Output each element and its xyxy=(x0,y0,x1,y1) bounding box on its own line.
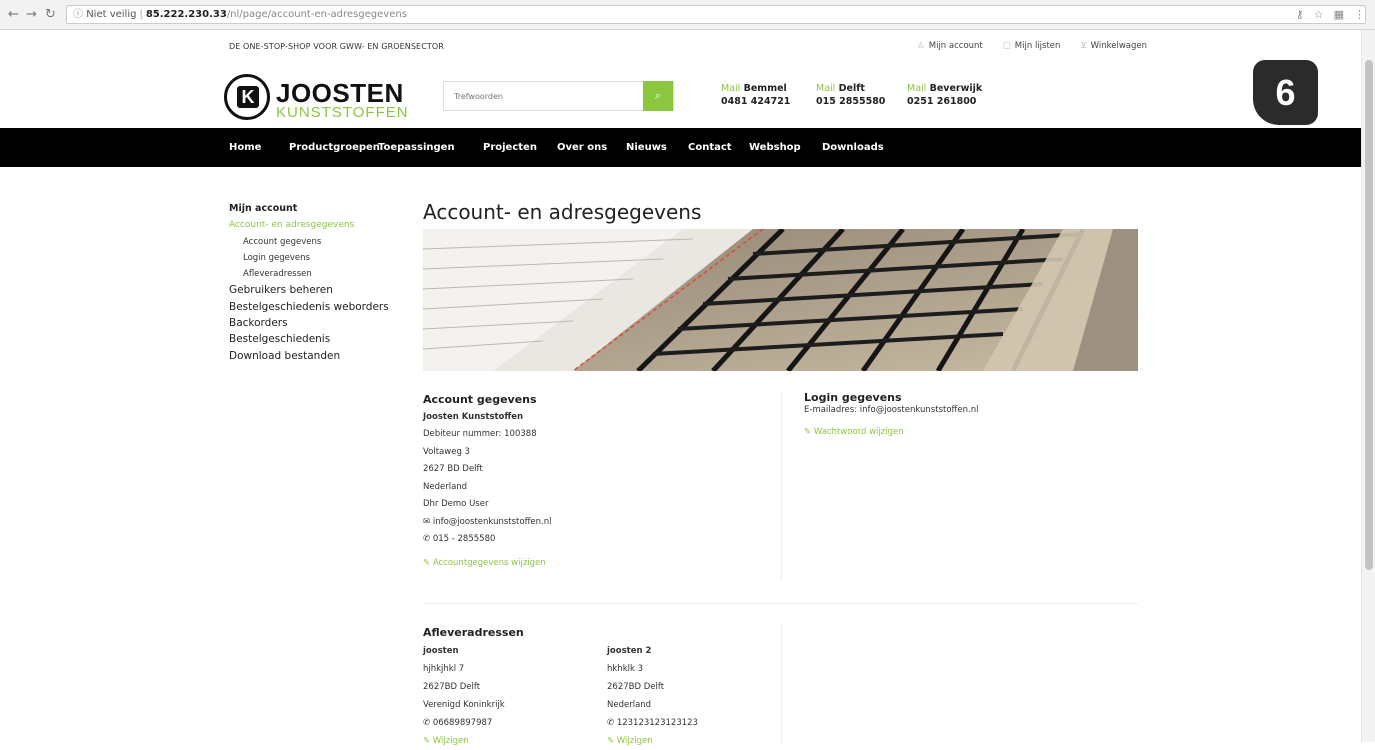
edit-address-link[interactable]: ✎ Wijzigen xyxy=(607,732,698,750)
page-title: Account- en adresgegevens xyxy=(423,200,702,224)
nav-projecten[interactable]: Projecten xyxy=(483,142,537,153)
edit-account-link[interactable]: ✎ Accountgegevens wijzigen xyxy=(423,555,552,573)
star-icon[interactable]: ☆ xyxy=(1314,8,1324,21)
account-contact: Dhr Demo User xyxy=(423,499,489,509)
reload-icon[interactable]: ↻ xyxy=(45,7,56,22)
search-input[interactable] xyxy=(444,82,644,110)
nav-toepassingen[interactable]: Toepassingen xyxy=(378,142,455,153)
edit-icon: ✎ xyxy=(607,736,615,746)
security-label: Niet veilig xyxy=(86,9,137,20)
nav-nieuws[interactable]: Nieuws xyxy=(626,142,667,153)
phone-icon: ✆ xyxy=(607,718,615,728)
phone-icon: ✆ xyxy=(423,534,431,544)
top-strip: DE ONE-STOP-SHOP VOOR GWW- EN GROENSECTO… xyxy=(0,30,1375,64)
address-card: joosten hjhkjhkl 7 2627BD Delft Verenigd… xyxy=(423,642,505,750)
address-street: hkhklk 3 xyxy=(607,664,644,674)
step-badge: 6 xyxy=(1253,60,1318,125)
nav-over-ons[interactable]: Over ons xyxy=(557,142,607,153)
account-sidebar: Mijn account Account- en adresgegevens A… xyxy=(229,201,389,364)
account-zip: 2627 BD Delft xyxy=(423,464,483,474)
cart-icon: ⊻ xyxy=(1080,41,1087,51)
logo[interactable]: K JOOSTEN KUNSTSTOFFEN xyxy=(224,74,408,121)
url-host: 85.222.230.33 xyxy=(145,9,227,20)
account-company: Joosten Kunststoffen xyxy=(423,411,524,422)
contact-beverwijk[interactable]: Mail Beverwijk 0251 261800 xyxy=(907,82,982,108)
cart-link[interactable]: ⊻ Winkelwagen xyxy=(1080,41,1147,51)
account-heading: Account gegevens xyxy=(423,393,537,406)
sidebar-item-downloads[interactable]: Download bestanden xyxy=(229,348,389,364)
envelope-icon: ✉ xyxy=(423,516,431,527)
change-password-link[interactable]: ✎ Wachtwoord wijzigen xyxy=(804,426,978,439)
menu-icon[interactable]: ⋮ xyxy=(1354,8,1365,21)
scrollbar-thumb[interactable] xyxy=(1365,60,1373,570)
nav-productgroepen[interactable]: Productgroepen xyxy=(289,142,380,153)
login-heading: Login gegevens xyxy=(804,391,902,404)
nav-webshop[interactable]: Webshop xyxy=(749,142,801,153)
sidebar-sub-login[interactable]: Login gegevens xyxy=(229,250,389,266)
edit-address-link[interactable]: ✎ Wijzigen xyxy=(423,732,505,750)
forward-icon[interactable]: → xyxy=(26,7,37,22)
tagline: DE ONE-STOP-SHOP VOOR GWW- EN GROENSECTO… xyxy=(229,42,444,51)
back-icon[interactable]: ← xyxy=(8,7,19,22)
my-lists-link[interactable]: ▢ Mijn lijsten xyxy=(1003,41,1061,51)
nav-home[interactable]: Home xyxy=(229,142,261,153)
search-icon: ⌕ xyxy=(654,89,662,102)
user-icon: ♙ xyxy=(917,41,925,51)
login-email: E-mailadres: info@joostenkunststoffen.nl xyxy=(804,405,979,415)
sidebar-item-account-adres[interactable]: Account- en adresgegevens xyxy=(229,217,389,233)
extension-icon[interactable]: ▦ xyxy=(1334,8,1344,21)
contact-bemmel[interactable]: Mail Bemmel 0481 424721 xyxy=(721,82,790,108)
address-country: Nederland xyxy=(607,700,652,710)
site-header: K JOOSTEN KUNSTSTOFFEN ⌕ Mail Bemmel0481… xyxy=(0,64,1375,128)
page-scrollbar[interactable] xyxy=(1361,30,1375,742)
sidebar-sub-afleveradressen[interactable]: Afleveradressen xyxy=(229,266,389,282)
address-phone: ✆ 06689897987 xyxy=(423,718,493,728)
address-zip: 2627BD Delft xyxy=(423,682,481,692)
section-divider xyxy=(423,603,1138,604)
address-name: joosten xyxy=(423,646,459,656)
account-street: Voltaweg 3 xyxy=(423,446,470,457)
logo-line2: KUNSTSTOFFEN xyxy=(276,104,409,121)
address-bar[interactable]: ⓘ Niet veilig | 85.222.230.33/nl/page/acco… xyxy=(66,5,1366,24)
search-box: ⌕ xyxy=(443,81,674,111)
address-zip: 2627BD Delft xyxy=(607,682,665,692)
url-path: /nl/page/account-en-adresgegevens xyxy=(226,9,407,20)
nav-downloads[interactable]: Downloads xyxy=(822,142,884,153)
main-nav: Home Productgroepen Toepassingen Project… xyxy=(0,128,1361,167)
phone-icon: ✆ xyxy=(423,718,431,728)
sidebar-item-gebruikers[interactable]: Gebruikers beheren xyxy=(229,282,389,298)
sidebar-item-weborders[interactable]: Bestelgeschiedenis weborders xyxy=(229,299,389,315)
info-icon: ⓘ xyxy=(73,9,83,20)
account-phone-row: ✆ 015 - 2855580 xyxy=(423,534,496,544)
account-details: Account gegevens Joosten Kunststoffen De… xyxy=(423,391,552,572)
sidebar-heading[interactable]: Mijn account xyxy=(229,201,389,217)
sidebar-item-bestelgeschiedenis[interactable]: Bestelgeschiedenis xyxy=(229,331,389,347)
login-details: Login gegevens E-mailadres: info@joosten… xyxy=(804,391,978,439)
edit-icon: ✎ xyxy=(804,427,812,437)
edit-icon: ✎ xyxy=(423,557,431,568)
address-card: joosten 2 hkhklk 3 2627BD Delft Nederlan… xyxy=(607,642,698,750)
address-phone: ✆ 123123123123123 xyxy=(607,718,698,728)
account-country: Nederland xyxy=(423,481,468,492)
my-account-link[interactable]: ♙ Mijn account xyxy=(917,41,983,51)
logo-mark: K xyxy=(224,74,270,120)
sidebar-sub-account[interactable]: Account gegevens xyxy=(229,234,389,250)
addresses-heading: Afleveradressen xyxy=(423,626,524,639)
contact-delft[interactable]: Mail Delft 015 2855580 xyxy=(816,82,885,108)
banner-image xyxy=(423,229,1138,371)
key-icon[interactable]: ⚷ xyxy=(1296,8,1304,21)
edit-icon: ✎ xyxy=(423,736,431,746)
sidebar-item-backorders[interactable]: Backorders xyxy=(229,315,389,331)
nav-contact[interactable]: Contact xyxy=(688,142,732,153)
address-country: Verenigd Koninkrijk xyxy=(423,700,505,710)
address-name: joosten 2 xyxy=(607,646,652,656)
browser-toolbar: ← → ↻ ⓘ Niet veilig | 85.222.230.33/nl/pag… xyxy=(0,0,1375,30)
column-divider-2 xyxy=(781,624,782,744)
column-divider xyxy=(781,391,782,581)
list-icon: ▢ xyxy=(1002,41,1011,51)
account-debtor: Debiteur nummer: 100388 xyxy=(423,429,537,439)
address-street: hjhkjhkl 7 xyxy=(423,664,465,674)
search-button[interactable]: ⌕ xyxy=(643,81,673,111)
account-email-row: ✉ info@joostenkunststoffen.nl xyxy=(423,516,552,527)
